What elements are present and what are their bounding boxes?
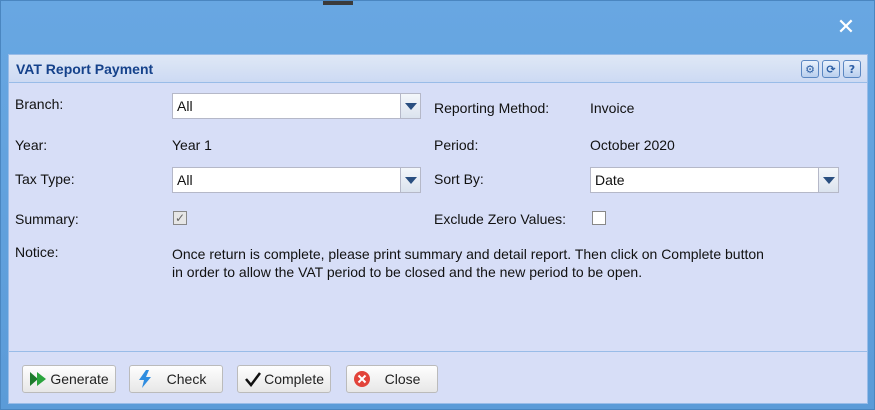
tax-type-select-value: All	[177, 172, 193, 188]
window-close-icon[interactable]: ✕	[836, 17, 856, 39]
exclude-zero-checkbox[interactable]	[592, 211, 606, 225]
exclude-zero-label: Exclude Zero Values:	[434, 211, 567, 227]
close-circle-icon	[350, 366, 374, 392]
chevron-down-icon[interactable]	[818, 168, 838, 192]
summary-checkbox[interactable]: ✓	[173, 211, 187, 225]
summary-label: Summary:	[15, 211, 79, 227]
branch-select[interactable]: All	[172, 93, 421, 119]
fast-forward-icon	[26, 366, 50, 392]
refresh-icon[interactable]: ⟳	[822, 60, 840, 78]
panel-header: VAT Report Payment ⚙ ⟳ ?	[9, 55, 867, 83]
close-button-label: Close	[384, 371, 421, 387]
period-label: Period:	[434, 137, 479, 153]
window-top-notch	[323, 1, 353, 5]
sort-by-label: Sort By:	[434, 171, 484, 187]
year-value: Year 1	[172, 137, 212, 153]
chevron-down-icon[interactable]	[400, 94, 420, 118]
gear-icon[interactable]: ⚙	[801, 60, 819, 78]
help-icon[interactable]: ?	[843, 60, 861, 78]
generate-button[interactable]: Generate	[22, 365, 116, 393]
generate-button-label: Generate	[50, 371, 109, 387]
notice-text: Once return is complete, please print su…	[172, 246, 764, 280]
period-value: October 2020	[590, 137, 675, 153]
check-button-label: Check	[166, 371, 207, 387]
complete-button-label: Complete	[264, 371, 324, 387]
reporting-method-value: Invoice	[590, 100, 635, 116]
sort-by-select[interactable]: Date	[590, 167, 839, 193]
tax-type-label: Tax Type:	[15, 171, 75, 187]
year-label: Year:	[15, 137, 48, 153]
complete-button[interactable]: Complete	[237, 365, 331, 393]
close-button[interactable]: Close	[346, 365, 438, 393]
lightning-icon	[133, 366, 157, 392]
panel-tools: ⚙ ⟳ ?	[801, 60, 861, 78]
vat-report-window: ✕ VAT Report Payment ⚙ ⟳ ? Branch: All R…	[0, 0, 875, 410]
chevron-down-icon[interactable]	[400, 168, 420, 192]
notice-label: Notice:	[15, 244, 59, 260]
checkmark-icon	[241, 366, 264, 392]
check-button[interactable]: Check	[129, 365, 223, 393]
button-bar: Generate Check Complete Close	[9, 351, 867, 403]
tax-type-select[interactable]: All	[172, 167, 421, 193]
panel-title: VAT Report Payment	[16, 61, 154, 77]
branch-label: Branch:	[15, 96, 64, 112]
branch-select-value: All	[177, 98, 193, 114]
vat-report-panel: VAT Report Payment ⚙ ⟳ ? Branch: All Rep…	[8, 54, 868, 404]
reporting-method-label: Reporting Method:	[434, 100, 550, 116]
sort-by-select-value: Date	[595, 172, 625, 188]
